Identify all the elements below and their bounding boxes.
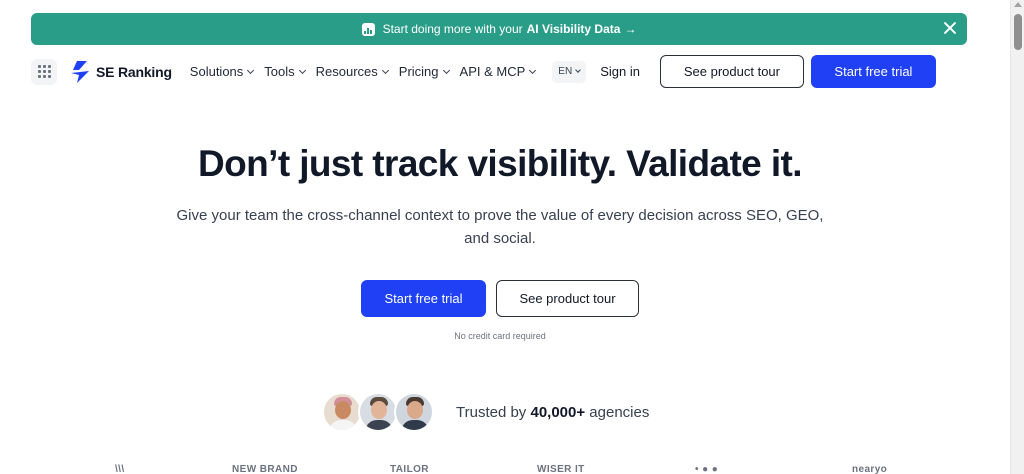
close-icon[interactable]	[941, 19, 959, 37]
trusted-count: 40,000+	[530, 403, 586, 421]
main-nav: SE Ranking Solutions Tools Resources Pri…	[31, 55, 967, 88]
nav-item-solutions[interactable]: Solutions	[189, 64, 255, 79]
logo-text: SE Ranking	[96, 63, 172, 80]
avatar	[394, 392, 434, 432]
language-label: EN	[558, 66, 573, 77]
avatar-group	[322, 392, 434, 432]
apps-grid-icon[interactable]	[31, 58, 57, 85]
nav-item-tools[interactable]: Tools	[264, 64, 306, 79]
chevron-down-icon	[575, 67, 582, 73]
client-logo-mark: • ● ●	[695, 464, 719, 474]
scrollbar-thumb[interactable]	[1014, 14, 1022, 50]
chevron-down-icon	[529, 66, 537, 74]
start-trial-button[interactable]: Start free trial	[810, 55, 936, 88]
arrow-right-icon: →	[624, 22, 637, 36]
hero-start-trial-button[interactable]: Start free trial	[361, 280, 486, 317]
page: Start doing more with your AI Visibility…	[0, 0, 1010, 474]
nav-item-api-mcp[interactable]: API & MCP	[459, 64, 537, 79]
hero-subtitle: Give your team the cross-channel context…	[176, 207, 824, 247]
client-logo: NEW BRAND	[232, 464, 298, 474]
avatar	[322, 392, 362, 432]
chevron-down-icon	[298, 66, 306, 74]
nav-item-label: Pricing	[398, 64, 439, 79]
chevron-down-icon	[381, 66, 389, 74]
product-tour-button[interactable]: See product tour	[659, 55, 804, 88]
nav-item-resources[interactable]: Resources	[315, 64, 389, 79]
language-selector[interactable]: EN	[552, 60, 587, 83]
sign-in-link[interactable]: Sign in	[600, 64, 640, 79]
no-credit-card-note: No credit card required	[454, 331, 546, 341]
avatar	[358, 392, 398, 432]
trusted-prefix: Trusted by	[456, 403, 527, 421]
nav-item-pricing[interactable]: Pricing	[398, 64, 450, 79]
nav-item-label: Tools	[264, 64, 295, 79]
trusted-by: Trusted by 40,000+ agencies	[322, 392, 649, 432]
hero-title: Don’t just track visibility. Validate it…	[198, 143, 802, 184]
banner-highlight: AI Visibility Data	[526, 22, 621, 36]
nav-menu: Solutions Tools Resources Pricing API & …	[190, 64, 546, 79]
site-logo[interactable]: SE Ranking	[69, 60, 172, 84]
client-logo: TAILOR	[390, 464, 429, 474]
chevron-down-icon	[247, 66, 255, 74]
nav-item-label: API & MCP	[459, 64, 526, 79]
chevron-down-icon	[442, 66, 450, 74]
nav-item-label: Solutions	[189, 64, 244, 79]
banner-text: Start doing more with your	[382, 22, 523, 36]
nav-item-label: Resources	[315, 64, 378, 79]
trusted-text: Trusted by 40,000+ agencies	[456, 404, 649, 421]
hero-product-tour-button[interactable]: See product tour	[496, 280, 639, 317]
page-scrollbar[interactable]	[1010, 0, 1024, 474]
trusted-suffix: agencies	[589, 403, 650, 421]
announcement-banner[interactable]: Start doing more with your AI Visibility…	[31, 13, 967, 45]
scroll-up-icon[interactable]	[1014, 2, 1022, 7]
chart-icon	[361, 22, 375, 36]
client-logos: \\\ NEW BRAND TAILOR WISER IT • ● ● near…	[0, 464, 1000, 474]
se-ranking-logo-icon	[71, 60, 89, 83]
client-logo-mark: \\\	[115, 464, 125, 474]
hero-cta-row: Start free trial See product tour	[0, 280, 1000, 317]
client-logo: WISER IT	[537, 464, 585, 474]
client-logo: nearyo	[852, 464, 888, 474]
